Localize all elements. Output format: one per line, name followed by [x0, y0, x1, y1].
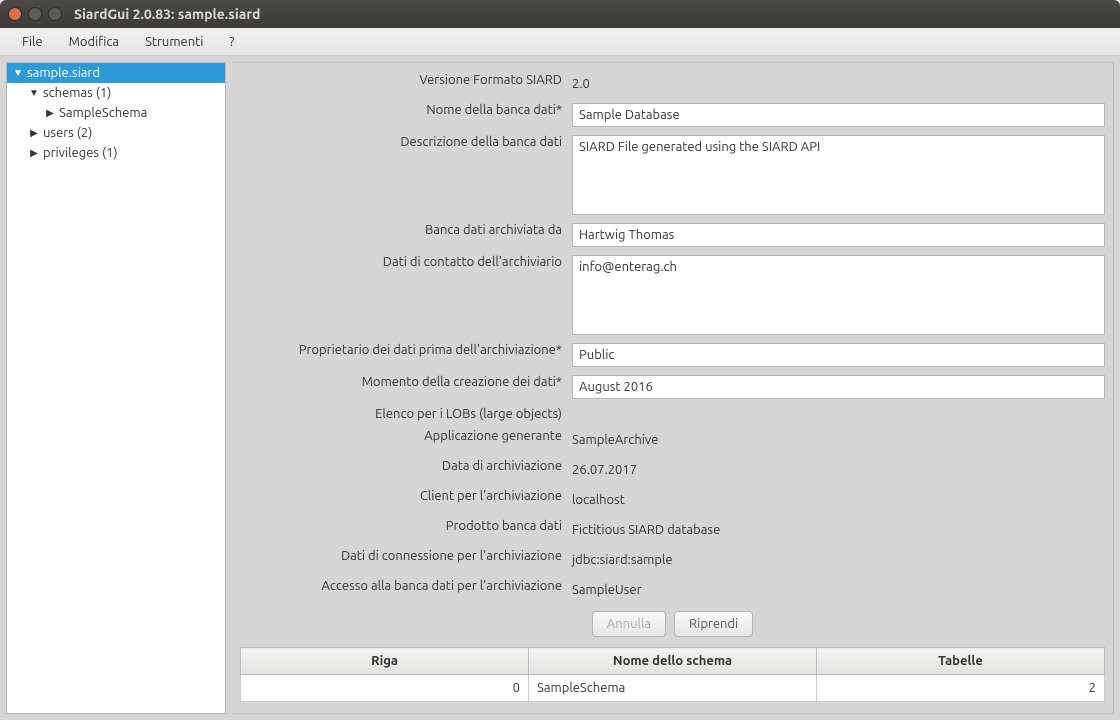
input-owner-before[interactable] — [572, 343, 1105, 367]
tree-sampleschema-label: SampleSchema — [59, 106, 147, 120]
button-row: Annulla Riprendi — [240, 605, 1105, 647]
cell-schema: SampleSchema — [529, 675, 817, 702]
tree-schemas-label: schemas (1) — [43, 86, 111, 100]
tree-schemas[interactable]: ▼ schemas (1) — [7, 83, 225, 103]
chevron-right-icon: ▶ — [45, 107, 55, 119]
menu-tools[interactable]: Strumenti — [133, 31, 215, 53]
resume-button[interactable]: Riprendi — [674, 611, 753, 637]
col-schema[interactable]: Nome dello schema — [529, 648, 817, 675]
window-title: SiardGui 2.0.83: sample.siard — [74, 6, 260, 22]
input-creation-time[interactable] — [572, 375, 1105, 399]
input-archiver-contact[interactable]: info@enterag.ch — [572, 255, 1105, 335]
input-archived-by[interactable] — [572, 223, 1105, 247]
form-area: Versione Formato SIARD 2.0 Nome della ba… — [240, 69, 1105, 702]
label-db-product: Prodotto banca dati — [240, 515, 572, 533]
minimize-window-button[interactable] — [28, 7, 42, 21]
value-generating-app: SampleArchive — [572, 429, 658, 451]
main-panel: Versione Formato SIARD 2.0 Nome della ba… — [232, 62, 1114, 714]
input-db-name[interactable] — [572, 103, 1105, 127]
value-siard-version: 2.0 — [572, 73, 590, 95]
window-controls — [8, 7, 62, 21]
label-creation-time: Momento della creazione dei dati* — [240, 371, 572, 389]
tree-privileges[interactable]: ▶ privileges (1) — [7, 143, 225, 163]
label-connection: Dati di connessione per l'archiviazione — [240, 545, 572, 563]
label-archived-by: Banca dati archiviata da — [240, 219, 572, 237]
value-db-access: SampleUser — [572, 579, 642, 601]
chevron-down-icon: ▼ — [13, 67, 23, 79]
input-db-description[interactable]: SIARD File generated using the SIARD API — [572, 135, 1105, 215]
col-row[interactable]: Riga — [241, 648, 529, 675]
label-db-name: Nome della banca dati* — [240, 99, 572, 117]
cell-row-idx: 0 — [241, 675, 529, 702]
content: ▼ sample.siard ▼ schemas (1) ▶ SampleSch… — [0, 56, 1120, 720]
chevron-down-icon: ▼ — [29, 87, 39, 99]
label-lobs: Elenco per i LOBs (large objects) — [240, 403, 572, 421]
tree-root[interactable]: ▼ sample.siard — [7, 63, 225, 83]
label-owner-before: Proprietario dei dati prima dell'archivi… — [240, 339, 572, 357]
label-archiver-contact: Dati di contatto dell'archiviario — [240, 251, 572, 269]
maximize-window-button[interactable] — [48, 7, 62, 21]
chevron-right-icon: ▶ — [29, 147, 39, 159]
table-row[interactable]: 0 SampleSchema 2 — [241, 675, 1105, 702]
tree-privileges-label: privileges (1) — [43, 146, 118, 160]
menu-edit[interactable]: Modifica — [57, 31, 131, 53]
close-window-button[interactable] — [8, 7, 22, 21]
tree-users-label: users (2) — [43, 126, 92, 140]
label-siard-version: Versione Formato SIARD — [240, 69, 572, 87]
label-archive-client: Client per l'archiviazione — [240, 485, 572, 503]
menu-file[interactable]: File — [10, 31, 55, 53]
tree-root-label: sample.siard — [27, 66, 100, 80]
sidebar-tree[interactable]: ▼ sample.siard ▼ schemas (1) ▶ SampleSch… — [6, 62, 226, 714]
tree-sampleschema[interactable]: ▶ SampleSchema — [7, 103, 225, 123]
label-generating-app: Applicazione generante — [240, 425, 572, 443]
value-archive-client: localhost — [572, 489, 625, 511]
chevron-right-icon: ▶ — [29, 127, 39, 139]
cancel-button[interactable]: Annulla — [592, 611, 666, 637]
label-db-access: Accesso alla banca dati per l'archiviazi… — [240, 575, 572, 593]
menubar: File Modifica Strumenti ? — [0, 28, 1120, 56]
value-archive-date: 26.07.2017 — [572, 459, 637, 481]
value-connection: jdbc:siard:sample — [572, 549, 673, 571]
col-tables[interactable]: Tabelle — [817, 648, 1105, 675]
label-db-description: Descrizione della banca dati — [240, 131, 572, 149]
schema-table: Riga Nome dello schema Tabelle 0 SampleS… — [240, 647, 1105, 702]
titlebar: SiardGui 2.0.83: sample.siard — [0, 0, 1120, 28]
menu-help[interactable]: ? — [217, 31, 246, 53]
label-archive-date: Data di archiviazione — [240, 455, 572, 473]
value-db-product: Fictitious SIARD database — [572, 519, 720, 541]
cell-tables: 2 — [817, 675, 1105, 702]
tree-users[interactable]: ▶ users (2) — [7, 123, 225, 143]
